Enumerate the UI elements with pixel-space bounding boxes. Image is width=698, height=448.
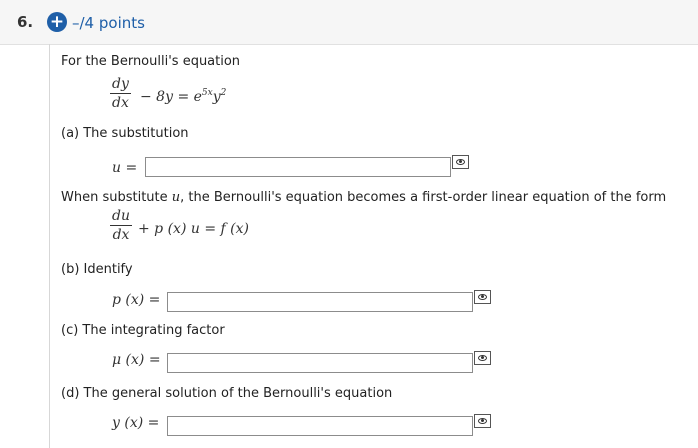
middle-text: When substitute u, the Bernoulli's equat…: [61, 190, 666, 205]
part-c-var: μ (x) =: [112, 352, 161, 368]
eye-preview-icon[interactable]: [474, 351, 491, 365]
part-b-var: p (x) =: [112, 292, 161, 308]
eye-preview-icon[interactable]: [474, 290, 491, 304]
equation2-numerator: du: [110, 208, 132, 226]
equation1-numerator: dy: [110, 76, 131, 94]
equation1-denominator: dx: [112, 95, 129, 111]
p-x-input[interactable]: [167, 292, 473, 312]
equation1-tail: y: [212, 89, 221, 105]
equation1-exponent: 5x: [201, 88, 213, 98]
integrating-factor-input[interactable]: [167, 353, 473, 373]
general-solution-input[interactable]: [167, 416, 473, 436]
part-d-label: (d) The general solution of the Bernoull…: [61, 386, 393, 401]
equation2-fraction: du dx: [110, 208, 132, 243]
part-c-label: (c) The integrating factor: [61, 323, 225, 338]
equation2-rhs: + p (x) u = f (x): [138, 221, 249, 237]
question-header: 6. + –/4 points: [0, 0, 698, 45]
equation1-tail-exponent: 2: [220, 88, 227, 98]
part-b-label: (b) Identify: [61, 262, 133, 277]
equation1-fraction: dy dx: [110, 76, 131, 111]
eye-preview-icon[interactable]: [474, 414, 491, 428]
plus-circle-icon[interactable]: +: [47, 12, 67, 32]
intro-text: For the Bernoulli's equation: [61, 54, 241, 69]
equation2-denominator: dx: [112, 227, 130, 243]
middle-pre: When substitute: [61, 190, 168, 205]
question-number: 6.: [17, 13, 34, 31]
content-divider: [49, 44, 50, 448]
part-a-label: (a) The substitution: [61, 126, 189, 141]
substitution-input[interactable]: [145, 157, 451, 177]
part-a-var: u =: [112, 160, 138, 176]
points-label: –/4 points: [72, 14, 145, 32]
middle-post: , the Bernoulli's equation becomes a fir…: [180, 190, 667, 205]
middle-var: u: [171, 190, 181, 205]
part-d-var: y (x) =: [112, 415, 160, 431]
equation1-rhs-text: − 8y = e: [140, 89, 202, 105]
eye-preview-icon[interactable]: [452, 155, 469, 169]
equation1-rhs: − 8y = e5xy2: [140, 88, 226, 105]
